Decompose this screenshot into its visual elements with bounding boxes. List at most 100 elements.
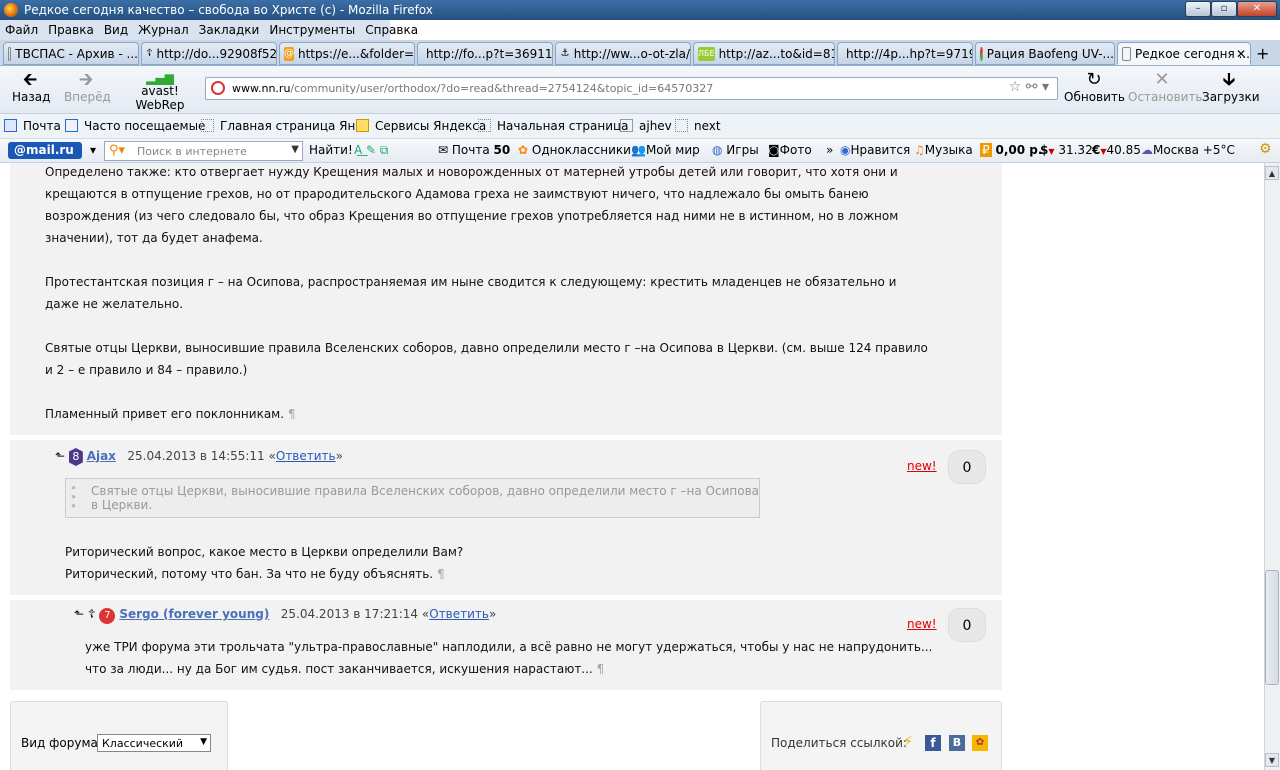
menu-view[interactable]: Вид <box>99 23 133 37</box>
close-tab-icon[interactable]: ✕ <box>1236 47 1246 61</box>
page-icon <box>478 119 491 132</box>
site-identity-icon <box>211 81 225 95</box>
lightning-share-icon[interactable]: ⚡ <box>903 734 913 750</box>
post-date: 25.04.2013 в 17:21:14 <box>280 607 419 621</box>
post-header: ⬑ 8 Ajax 25.04.2013 в 14:55:11 «Ответить… <box>55 445 343 467</box>
music-button[interactable]: ♫Музыка <box>914 143 973 157</box>
scroll-up-arrow[interactable]: ▲ <box>1265 166 1279 180</box>
bookmark-yandex-services[interactable]: Сервисы Яндекса <box>356 119 486 133</box>
tab-tvspas[interactable]: ТВСПАС - Архив - ... <box>3 42 139 65</box>
menu-edit[interactable]: Правка <box>43 23 99 37</box>
reload-button[interactable]: ↻ Обновить <box>1064 70 1125 105</box>
close-window-button[interactable]: ✕ <box>1237 1 1277 17</box>
forum-view-select[interactable]: Классический ▼ <box>97 734 211 752</box>
bookmark-start-page[interactable]: Начальная страница <box>478 119 629 133</box>
mailru-toolbar: @mail.ru ▾ ⚲▾ Поиск в интернете ▼ Найти! A… <box>0 139 1280 163</box>
bookmark-ajhev[interactable]: ajhev <box>620 119 672 133</box>
usd-rate: $▼ 31.32 <box>1040 143 1093 157</box>
post-body: Определено также: кто отвергает нужду Кр… <box>10 163 1002 435</box>
quote-block: »»» Святые отцы Церкви, выносившие прави… <box>65 478 760 518</box>
odnoklassniki-button[interactable]: ✿ Одноклассники <box>518 143 631 157</box>
bookmark-next[interactable]: next <box>675 119 721 133</box>
scroll-down-arrow[interactable]: ▼ <box>1265 753 1279 767</box>
vote-counter[interactable]: 0 <box>948 608 986 642</box>
bookmark-yandex-home[interactable]: Главная страница Ян... <box>201 119 367 133</box>
tab-baofeng[interactable]: Рация Baofeng UV-... <box>975 42 1115 65</box>
like-button[interactable]: ◉Нравится <box>840 143 910 157</box>
back-button[interactable]: 🡰 Назад <box>12 70 50 105</box>
highlight-icon[interactable]: A͟ ✎ ⧉ <box>354 143 388 158</box>
pilcrow-icon: ¶ <box>596 662 605 676</box>
tab-do[interactable]: ☦ http://do...92908f522 <box>141 42 277 65</box>
wallet-icon: ₽ <box>980 143 992 157</box>
menu-history[interactable]: Журнал <box>133 23 194 37</box>
new-tab-button[interactable]: + <box>1256 44 1269 63</box>
camera-icon: ◙ <box>768 143 780 157</box>
forum-view-box: Вид форума: Классический ▼ <box>10 701 228 770</box>
rank-badge: 7 <box>99 608 116 624</box>
like-icon: ◉ <box>840 143 851 157</box>
internet-search-input[interactable]: ⚲▾ Поиск в интернете ▼ <box>104 141 303 161</box>
games-button[interactable]: ◍ Игры <box>712 143 759 157</box>
forum-view-label: Вид форума: <box>21 736 102 750</box>
mailru-logo[interactable]: @mail.ru <box>8 142 82 159</box>
bookmark-mail[interactable]: Почта <box>4 119 61 133</box>
tab-current[interactable]: Редкое сегодня ... ✕ <box>1117 42 1251 65</box>
rank-badge: 8 <box>68 448 83 466</box>
odnoklassniki-share-icon[interactable]: ✿ <box>972 735 988 751</box>
webrep-button[interactable]: ▂▄▆ avast! WebRep <box>118 72 202 112</box>
find-button[interactable]: Найти! <box>309 143 353 157</box>
mail-button[interactable]: ✉ Почта 50 <box>438 143 510 157</box>
weather-button[interactable]: ☁Москва +5°C <box>1141 143 1235 157</box>
facebook-icon[interactable]: f <box>925 735 941 751</box>
menu-bar: Файл Правка Вид Журнал Закладки Инструме… <box>0 20 418 40</box>
reply-arrow-icon: ⬑ <box>74 607 88 621</box>
share-label: Поделиться ссылкой: <box>771 736 907 750</box>
author-link[interactable]: Sergo (forever young) <box>119 607 269 621</box>
minimize-button[interactable]: – <box>1185 1 1211 17</box>
chevron-down-icon[interactable]: ▼ <box>291 144 299 155</box>
tab-4p[interactable]: http://4p...hp?t=9719 <box>837 42 973 65</box>
menu-bookmarks[interactable]: Закладки <box>194 23 265 37</box>
reply-post: ⬑ 8 Ajax 25.04.2013 в 14:55:11 «Ответить… <box>10 440 1002 595</box>
tab-ww[interactable]: ⚓ http://ww...o-ot-zla/ <box>555 42 691 65</box>
forward-button[interactable]: 🡲 Вперёд <box>64 70 111 105</box>
page-icon <box>201 119 214 132</box>
ok-icon: ✿ <box>518 143 532 157</box>
chevron-down-icon[interactable]: ▾ <box>90 143 96 157</box>
reply-link[interactable]: Ответить <box>429 607 489 621</box>
downloads-button[interactable]: 🡳 Загрузки <box>1202 70 1260 105</box>
url-path: /community/user/orthodox/?do=read&thread… <box>290 82 714 95</box>
tab-forum[interactable]: http://fo...p?t=36911 <box>417 42 553 65</box>
star-icon[interactable]: ☆ ⚯ ▾ <box>1009 79 1049 95</box>
tab-az[interactable]: ЛБЕ http://az...to&id=812 <box>693 42 835 65</box>
vote-counter[interactable]: 0 <box>948 450 986 484</box>
menu-tools[interactable]: Инструменты <box>264 23 360 37</box>
site-icon: ЛБЕ <box>698 46 715 61</box>
post-text: уже ТРИ форума эти трольчата "ультра-пра… <box>85 640 933 676</box>
more-chevron[interactable]: » <box>826 143 833 157</box>
folder-icon <box>356 119 369 132</box>
author-link[interactable]: Ajax <box>87 449 116 463</box>
vkontakte-icon[interactable]: В <box>949 735 965 751</box>
photo-button[interactable]: ◙Фото <box>768 143 812 157</box>
google-icon <box>980 46 983 61</box>
gear-icon[interactable]: ⚙ <box>1259 141 1272 157</box>
money-button[interactable]: ₽ 0,00 р. <box>980 143 1042 157</box>
menu-help[interactable]: Справка <box>360 23 423 37</box>
music-icon: ♫ <box>914 143 925 157</box>
new-badge[interactable]: new! <box>907 617 937 631</box>
pilcrow-icon: ¶ <box>436 567 445 581</box>
envelope-icon: ✉ <box>438 143 452 157</box>
scrollbar-thumb[interactable] <box>1265 570 1279 685</box>
maximize-button[interactable]: ▫ <box>1211 1 1237 17</box>
myworld-button[interactable]: 👥Мой мир <box>631 143 700 157</box>
cross-icon: ☦ <box>87 607 96 621</box>
stop-button[interactable]: ✕ Остановить <box>1128 70 1203 105</box>
menu-file[interactable]: Файл <box>0 23 43 37</box>
bookmark-frequent[interactable]: Часто посещаемые <box>65 119 205 133</box>
url-bar[interactable]: www.nn.ru/community/user/orthodox/?do=re… <box>205 77 1058 100</box>
tab-email[interactable]: @ https://e...&folder=0 <box>279 42 415 65</box>
reply-link[interactable]: Ответить <box>276 449 336 463</box>
new-badge[interactable]: new! <box>907 459 937 473</box>
